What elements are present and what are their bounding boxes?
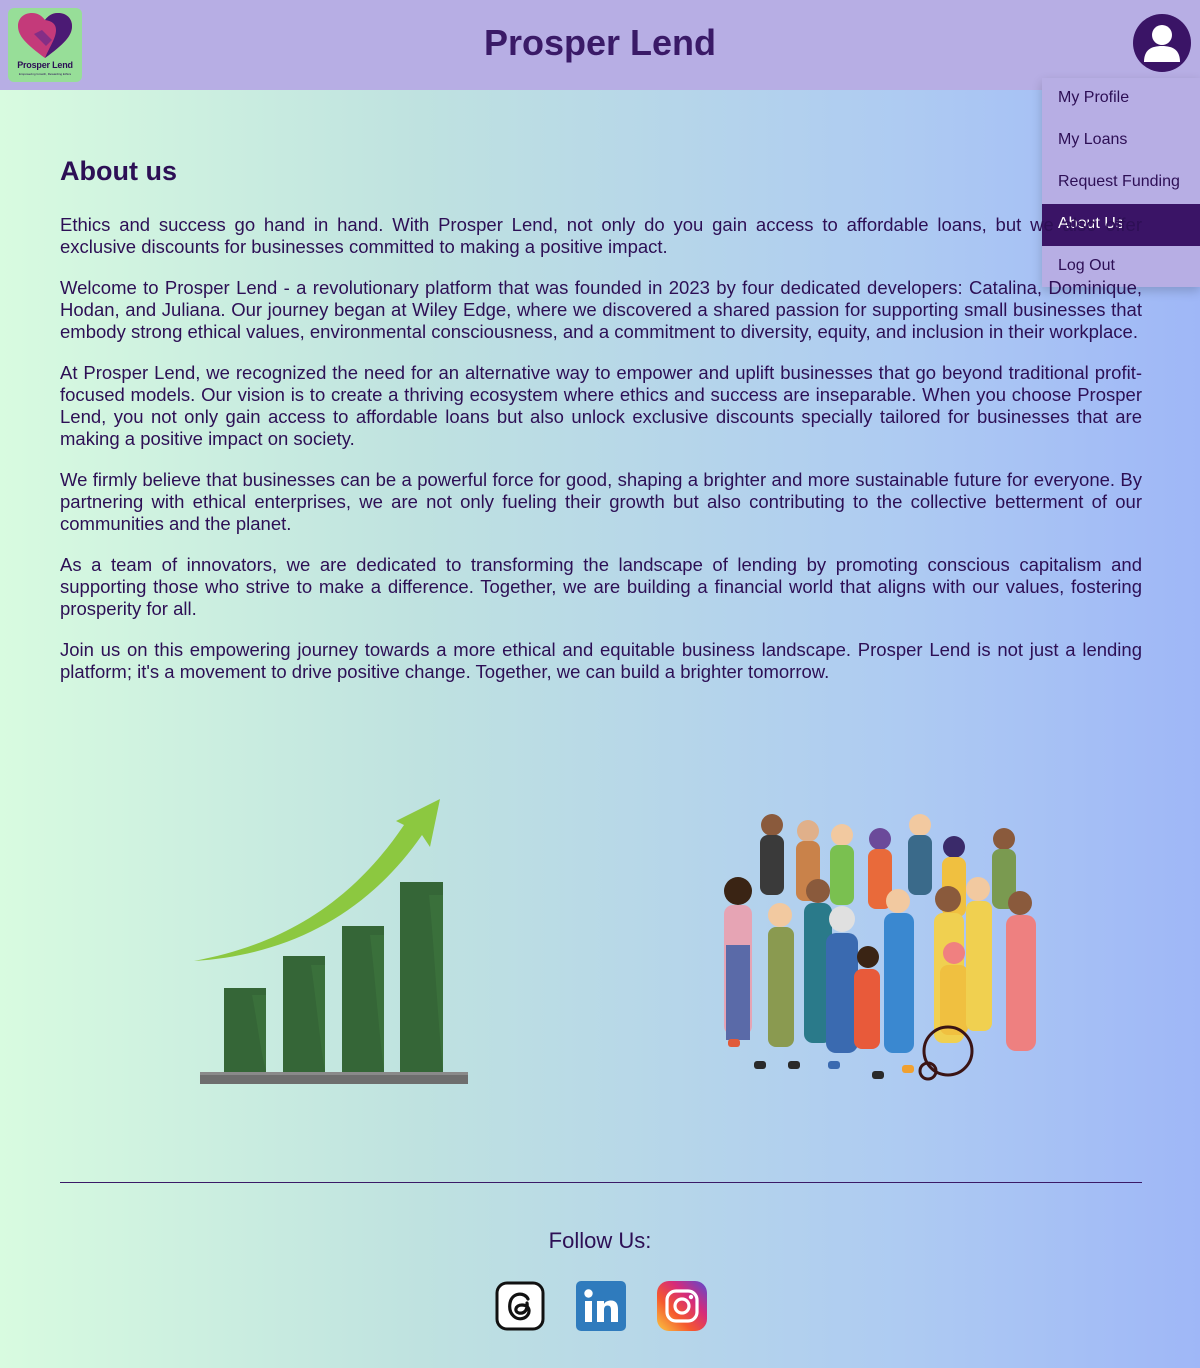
menu-item-my-profile[interactable]: My Profile — [1042, 78, 1200, 120]
about-paragraph: Welcome to Prosper Lend - a revolutionar… — [60, 277, 1142, 342]
user-icon — [1144, 25, 1180, 62]
about-paragraph: Join us on this empowering journey towar… — [60, 639, 1142, 682]
page-title: About us — [60, 156, 177, 186]
linkedin-icon — [576, 1281, 626, 1331]
about-paragraph: We firmly believe that businesses can be… — [60, 469, 1142, 534]
logo-wordmark: Prosper Lend — [17, 60, 73, 70]
prosper-lend-logo[interactable]: Prosper Lend Empowering Growth, Rewardin… — [8, 8, 82, 82]
instagram-link[interactable] — [657, 1281, 707, 1331]
threads-link[interactable] — [495, 1281, 545, 1331]
linkedin-link[interactable] — [576, 1281, 626, 1331]
about-paragraph: At Prosper Lend, we recognized the need … — [60, 362, 1142, 449]
diverse-community-illustration — [724, 814, 1036, 1081]
instagram-icon — [657, 1281, 707, 1331]
about-content: About us Ethics and success go hand in h… — [60, 150, 1142, 702]
follow-us-label: Follow Us: — [548, 1228, 652, 1253]
site-title: Prosper Lend — [483, 22, 717, 63]
heart-handshake-icon — [18, 13, 72, 58]
logo-tagline: Empowering Growth, Rewarding Ethics — [18, 72, 72, 76]
site-header: Prosper Lend Empowering Growth, Rewardin… — [0, 0, 1200, 90]
about-paragraph: Ethics and success go hand in hand. With… — [60, 214, 1142, 257]
threads-icon — [495, 1281, 545, 1331]
growth-chart-illustration — [194, 799, 468, 1084]
about-paragraph: As a team of innovators, we are dedicate… — [60, 554, 1142, 619]
footer-divider — [60, 1182, 1142, 1183]
profile-avatar-button[interactable] — [1133, 14, 1191, 72]
